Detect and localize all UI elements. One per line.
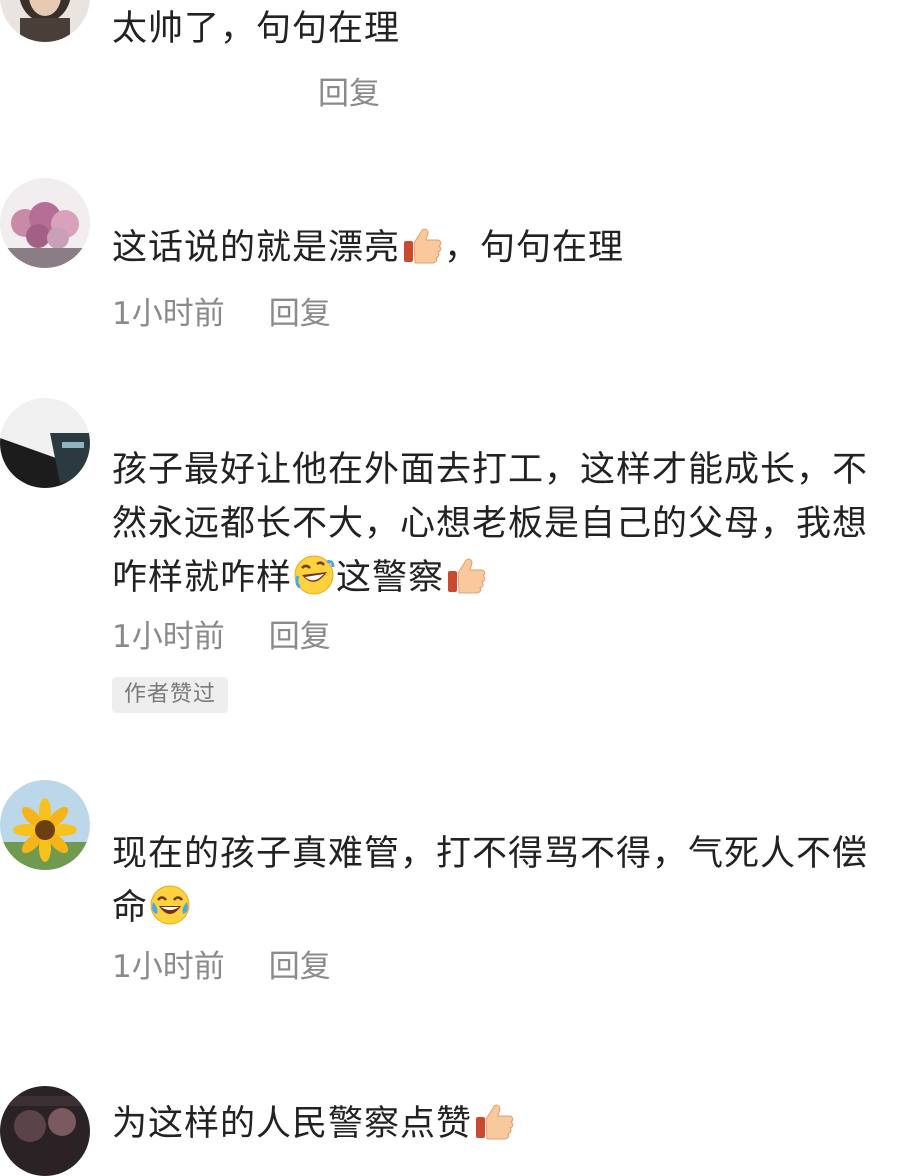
comment-text-content: 太帅了，句句在理: [112, 9, 401, 49]
comment-text: 太帅了，句句在理: [112, 2, 897, 56]
comment-text: 现在的孩子真难管，打不得骂不得，气死人不偿命: [112, 827, 897, 935]
avatar[interactable]: [0, 1086, 90, 1176]
reply-button[interactable]: 回复: [269, 296, 331, 332]
thumbs-up-icon: [476, 1104, 514, 1140]
rolling-laughing-icon: [294, 555, 335, 595]
comment-meta: 1小时前 回复: [112, 294, 331, 334]
tears-of-joy-icon: [150, 885, 190, 925]
thumbs-up-icon: [448, 558, 486, 594]
avatar[interactable]: [0, 0, 90, 42]
comment-meta: 回复: [318, 74, 380, 114]
reply-button[interactable]: 回复: [269, 949, 331, 985]
avatar[interactable]: [0, 398, 90, 488]
comment-text-content: 为这样的人民警察点赞: [112, 1104, 473, 1144]
comment-meta: 1小时前 回复: [112, 617, 331, 657]
comment-meta: 1小时前 回复: [112, 947, 331, 987]
comment-time: 1小时前: [112, 949, 225, 985]
comment-text-content: 这话说的就是漂亮: [112, 228, 401, 268]
comment-time: 1小时前: [112, 296, 225, 332]
reply-button[interactable]: 回复: [269, 619, 331, 655]
avatar[interactable]: [0, 178, 90, 268]
comment-text: 这话说的就是漂亮 ，句句在理: [112, 221, 897, 275]
author-liked-badge: 作者赞过: [112, 677, 229, 713]
reply-button[interactable]: 回复: [318, 76, 380, 112]
thumbs-up-icon: [404, 228, 442, 264]
comment-text-content: 这警察: [336, 558, 445, 598]
comment-text-content: 孩子最好让他在外面去打工，这样才能成长，不然永远都长不大，心想老板是自己的父母，…: [112, 450, 869, 598]
comment-text-content: ，句句在理: [444, 228, 625, 268]
comment-text-content: 现在的孩子真难管，打不得骂不得，气死人不偿命: [112, 834, 869, 928]
avatar[interactable]: [0, 780, 90, 870]
comment-text: 孩子最好让他在外面去打工，这样才能成长，不然永远都长不大，心想老板是自己的父母，…: [112, 443, 897, 605]
comment-time: 1小时前: [112, 619, 225, 655]
